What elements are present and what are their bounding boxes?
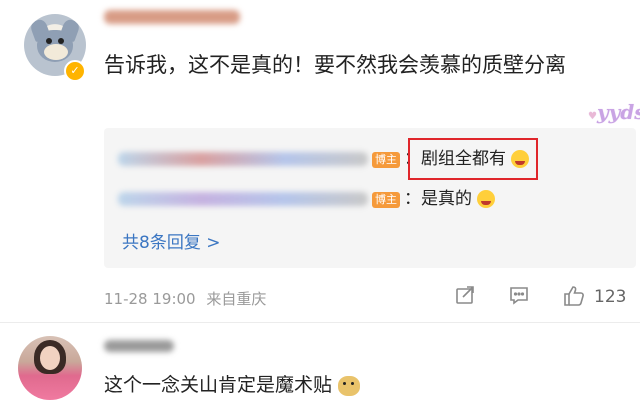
sticker-text: yyds [596, 100, 640, 124]
avatar[interactable] [18, 336, 82, 400]
author-badge: 博主 [372, 192, 400, 208]
author-badge: 博主 [372, 152, 400, 168]
avatar-face [40, 346, 60, 370]
reply-username-blurred[interactable] [118, 192, 368, 206]
like-count: 123 [594, 287, 627, 307]
timestamp: 11-28 19:00 [104, 290, 196, 308]
avatar-eye [58, 38, 64, 44]
avatar-muzzle [44, 44, 68, 60]
more-replies-link[interactable]: 共8条回复 > [122, 228, 220, 253]
doge-emoji-icon [338, 375, 361, 396]
avatar-eye [46, 38, 52, 44]
highlight-box [408, 138, 538, 180]
comment-item: 这个一念关山肯定是魔术贴 [104, 370, 361, 397]
reply-text: ：是真的 [404, 189, 472, 209]
comment-meta: 11-28 19:00 来自重庆 [104, 288, 266, 309]
username-blurred[interactable] [104, 10, 240, 24]
comment-text: 告诉我，这不是真的！要不然我会羡慕的质壁分离 [104, 53, 566, 77]
heart-icon: ♥ [588, 111, 597, 122]
emoji-icon [477, 190, 496, 208]
yyds-sticker: ♥yyds [588, 100, 640, 124]
username-blurred[interactable] [104, 340, 174, 352]
divider [0, 322, 640, 323]
verified-icon: ✓ [64, 60, 86, 82]
comment-icon[interactable] [508, 284, 530, 306]
location: 来自重庆 [206, 290, 267, 308]
reply-item: ：是真的 [404, 187, 496, 211]
comment-text: 这个一念关山肯定是魔术贴 [104, 374, 333, 396]
share-icon[interactable] [454, 284, 476, 306]
like-icon[interactable] [562, 284, 586, 308]
reply-username-blurred[interactable] [118, 152, 368, 166]
